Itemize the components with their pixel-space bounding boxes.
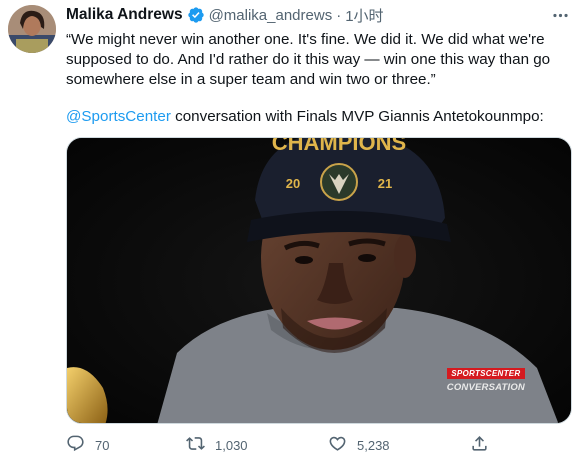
reply-count: 70 [95,437,110,453]
author-handle[interactable]: @malika_andrews [209,7,333,24]
reply-button[interactable]: 70 [66,434,109,456]
reply-icon [66,434,85,456]
retweet-icon [186,434,205,456]
retweet-button[interactable]: 1,030 [186,434,248,456]
watermark-text: CONVERSATION [446,382,525,393]
separator-dot: · [336,6,342,24]
avatar-image [8,5,56,53]
watermark-logo: SPORTSCENTER [447,368,525,379]
tweet-header: Malika Andrews @malika_andrews · 1小时 [66,4,572,26]
verified-badge-icon [187,6,205,24]
tweet-timestamp[interactable]: 1小时 [345,5,383,26]
cap-year-left: 20 [286,176,300,191]
cap-year-right: 21 [378,176,392,191]
retweet-count: 1,030 [215,437,248,453]
tweet-quote: “We might never win another one. It's fi… [66,31,551,88]
tweet-actions: 70 1,030 5,238 [62,432,512,458]
like-count: 5,238 [357,437,390,453]
heart-icon [328,434,347,456]
avatar[interactable] [8,5,56,53]
caption-text: conversation with Finals MVP Giannis Ant… [170,108,544,125]
sportscenter-watermark: SPORTSCENTER CONVERSATION [447,363,525,393]
mention-link[interactable]: @SportsCenter [66,108,171,125]
more-dots-icon[interactable] [548,5,572,25]
author-name[interactable]: Malika Andrews [66,6,183,24]
share-icon [470,434,489,456]
tweet-caption: @SportsCenter conversation with Finals M… [66,107,572,127]
tweet-video[interactable]: CHAMPIONS 20 21 SPORTSCENTER CONVERSATIO… [66,137,572,424]
cap-lettering: CHAMPIONS [272,138,406,155]
like-button[interactable]: 5,238 [328,434,390,456]
share-button[interactable] [470,434,489,456]
